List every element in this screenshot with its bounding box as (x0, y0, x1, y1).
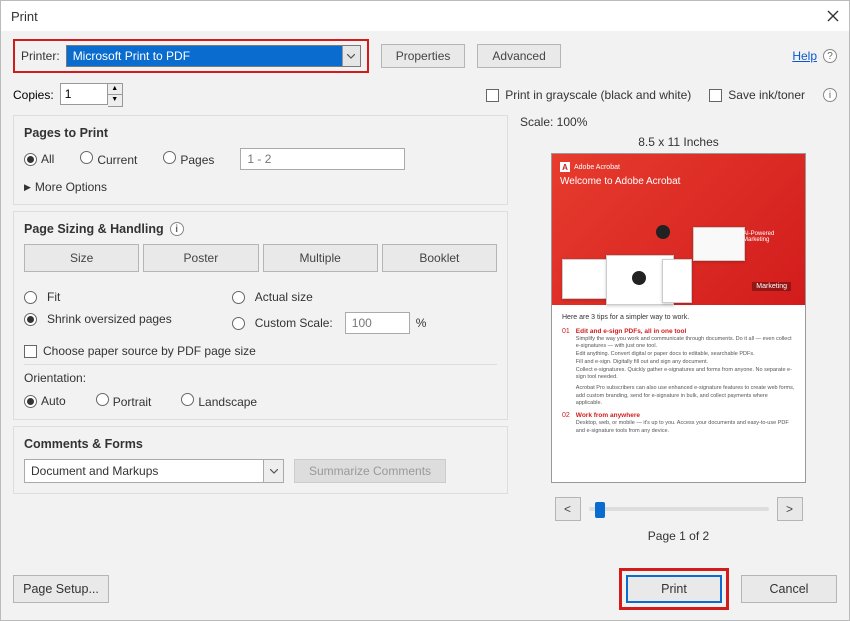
orientation-portrait-radio[interactable] (96, 393, 109, 406)
triangle-right-icon: ▶ (24, 182, 31, 193)
orientation-portrait-label: Portrait (113, 395, 152, 409)
item-desc: Desktop, web, or mobile — it's up to you… (576, 420, 795, 435)
page-setup-button[interactable]: Page Setup... (13, 575, 109, 603)
copies-input[interactable] (60, 83, 108, 105)
grayscale-checkbox[interactable] (486, 89, 499, 102)
item-desc: Fill and e-sign. Digitally fill out and … (576, 359, 795, 367)
fit-label: Fit (47, 290, 60, 304)
pages-all-radio[interactable] (24, 153, 37, 166)
chevron-down-icon (263, 460, 283, 482)
preview-next-button[interactable]: > (777, 497, 803, 521)
more-options-toggle[interactable]: ▶ More Options (24, 180, 497, 194)
custom-scale-radio[interactable] (232, 317, 245, 330)
preview-prev-button[interactable]: < (555, 497, 581, 521)
choose-paper-checkbox[interactable] (24, 345, 37, 358)
item-title: Work from anywhere (576, 411, 795, 420)
doc-title: Welcome to Adobe Acrobat (560, 176, 797, 187)
cancel-button[interactable]: Cancel (741, 575, 837, 603)
advanced-button[interactable]: Advanced (477, 44, 560, 68)
printer-label: Printer: (21, 49, 60, 63)
slider-thumb[interactable] (595, 502, 605, 518)
booklet-button[interactable]: Booklet (382, 244, 497, 272)
orientation-heading: Orientation: (24, 371, 497, 385)
actual-radio[interactable] (232, 291, 245, 304)
custom-scale-input[interactable] (345, 312, 410, 334)
item-num: 01 (562, 328, 570, 335)
shrink-radio[interactable] (24, 313, 37, 326)
item-desc: Collect e-signatures. Quickly gather e-s… (576, 367, 795, 382)
grayscale-label: Print in grayscale (black and white) (505, 88, 691, 102)
pages-current-label: Current (97, 153, 137, 167)
orientation-landscape-radio[interactable] (181, 393, 194, 406)
more-options-label: More Options (35, 180, 107, 194)
copies-down-button[interactable]: ▼ (108, 95, 122, 106)
ai-label: AI-Powered Marketing (743, 231, 787, 243)
preview-slider[interactable] (589, 507, 769, 511)
printer-select[interactable]: Microsoft Print to PDF (66, 45, 361, 67)
pages-all-label: All (41, 152, 54, 166)
page-indicator: Page 1 of 2 (520, 529, 837, 543)
orientation-auto-label: Auto (41, 394, 66, 408)
save-ink-label: Save ink/toner (728, 88, 805, 102)
pages-range-input[interactable] (240, 148, 405, 170)
shrink-label: Shrink oversized pages (47, 312, 172, 326)
pages-range-label: Pages (180, 153, 214, 167)
properties-button[interactable]: Properties (381, 44, 466, 68)
window-title: Print (11, 9, 827, 24)
doc-lead: Here are 3 tips for a simpler way to wor… (562, 313, 795, 323)
item-desc: Simplify the way you work and communicat… (576, 336, 795, 351)
custom-scale-label: Custom Scale: (255, 316, 333, 330)
comments-select[interactable]: Document and Markups (24, 459, 284, 483)
multiple-button[interactable]: Multiple (263, 244, 378, 272)
acrobat-logo: AAdobe Acrobat (560, 162, 797, 172)
sizing-heading: Page Sizing & Handling (24, 222, 164, 236)
help-link[interactable]: Help (792, 49, 817, 63)
close-icon[interactable] (827, 10, 839, 22)
print-button[interactable]: Print (626, 575, 722, 603)
print-highlight: Print (619, 568, 729, 610)
summarize-comments-button: Summarize Comments (294, 459, 446, 483)
orientation-landscape-label: Landscape (198, 395, 257, 409)
percent-label: % (416, 316, 427, 330)
dimensions-label: 8.5 x 11 Inches (520, 135, 837, 149)
info-icon[interactable]: i (170, 222, 184, 236)
brand-label: Adobe Acrobat (574, 164, 620, 171)
copies-label: Copies: (13, 88, 54, 102)
comments-select-value: Document and Markups (31, 464, 158, 478)
save-ink-checkbox[interactable] (709, 89, 722, 102)
pages-range-radio[interactable] (163, 151, 176, 164)
item-desc: Edit anything. Convert digital or paper … (576, 351, 795, 359)
size-button[interactable]: Size (24, 244, 139, 272)
info-icon[interactable]: i (823, 88, 837, 102)
copies-up-button[interactable]: ▲ (108, 84, 122, 95)
print-preview: AAdobe Acrobat Welcome to Adobe Acrobat … (551, 153, 806, 483)
orientation-auto-radio[interactable] (24, 395, 37, 408)
comments-heading: Comments & Forms (24, 437, 497, 451)
choose-paper-label: Choose paper source by PDF page size (43, 344, 256, 358)
printer-select-value: Microsoft Print to PDF (73, 49, 190, 63)
actual-label: Actual size (255, 290, 313, 304)
printer-highlight: Printer: Microsoft Print to PDF (13, 39, 369, 73)
fit-radio[interactable] (24, 291, 37, 304)
help-icon[interactable]: ? (823, 49, 837, 63)
item-title: Edit and e-sign PDFs, all in one tool (576, 327, 795, 336)
item-num: 02 (562, 412, 570, 419)
pages-to-print-heading: Pages to Print (24, 126, 497, 140)
pages-current-radio[interactable] (80, 151, 93, 164)
poster-button[interactable]: Poster (143, 244, 258, 272)
scale-label: Scale: 100% (520, 115, 837, 129)
chevron-down-icon (342, 46, 360, 66)
item-desc: Acrobat Pro subscribers can also use enh… (576, 385, 795, 408)
marketing-tag: Marketing (752, 282, 791, 291)
